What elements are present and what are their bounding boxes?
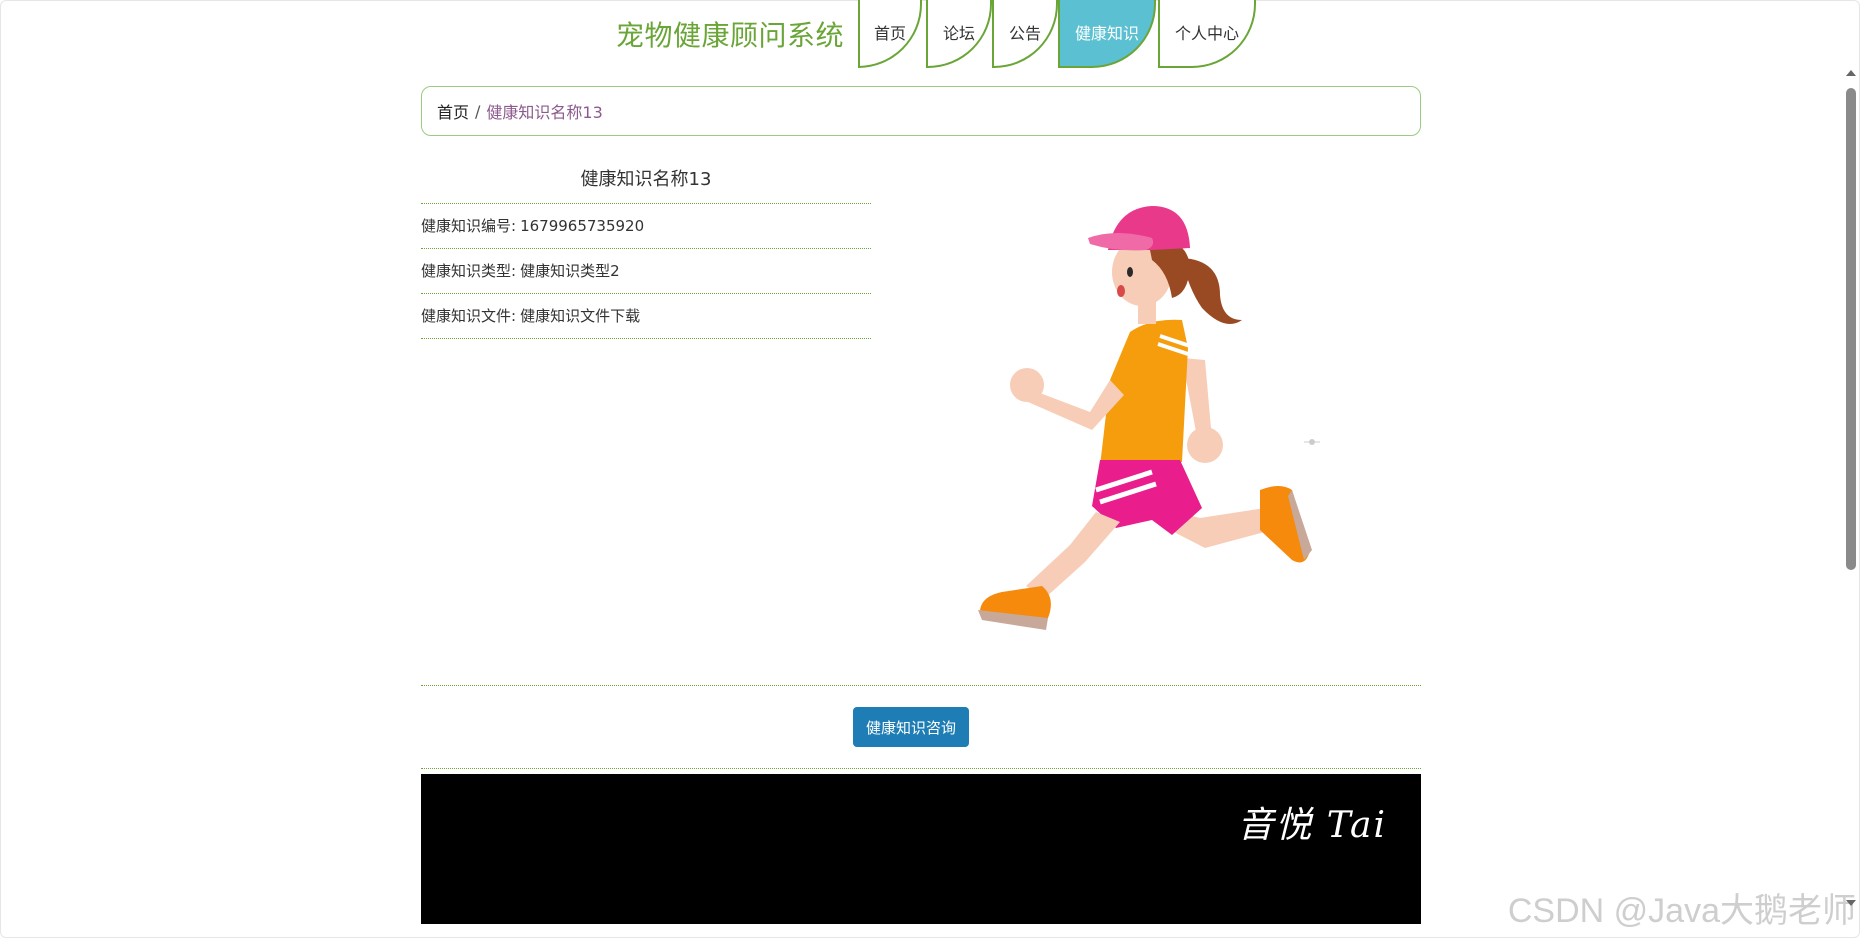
nav-tab-label: 论坛 (942, 23, 975, 43)
detail-row-id: 健康知识编号: 1679965735920 (421, 204, 871, 249)
nav-tab-label: 健康知识 (1074, 23, 1139, 43)
nav-tab-notice[interactable]: 公告 (992, 0, 1058, 68)
detail-label: 健康知识类型: (421, 262, 517, 280)
nav-tab-label: 首页 (873, 23, 906, 43)
detail-label: 健康知识编号: (421, 217, 517, 235)
breadcrumb-home-link[interactable]: 首页 (437, 99, 469, 123)
divider-top (421, 685, 1421, 686)
running-girl-illustration (978, 206, 1320, 630)
detail-value: 1679965735920 (520, 217, 645, 235)
health-consult-button[interactable]: 健康知识咨询 (853, 707, 969, 747)
detail-title: 健康知识名称13 (421, 158, 871, 204)
detail-value: 健康知识类型2 (520, 262, 620, 280)
breadcrumb-current: 健康知识名称13 (486, 103, 603, 122)
detail-row-type: 健康知识类型: 健康知识类型2 (421, 249, 871, 294)
video-banner[interactable]: 音悦 Tai (421, 774, 1421, 924)
nav-tab-health-knowledge[interactable]: 健康知识 (1058, 0, 1156, 68)
site-title: 宠物健康顾问系统 (616, 19, 845, 52)
breadcrumb-separator: / (475, 101, 481, 121)
banner-logo-text: 音悦 Tai (1237, 805, 1387, 846)
nav-tab-label: 公告 (1008, 23, 1041, 43)
nav-tab-forum[interactable]: 论坛 (926, 0, 992, 68)
detail-row-file: 健康知识文件: 健康知识文件下载 (421, 294, 871, 339)
scroll-up-arrow-icon[interactable] (1846, 70, 1856, 76)
file-download-link[interactable]: 健康知识文件下载 (520, 307, 640, 325)
vertical-scrollbar[interactable] (1842, 64, 1860, 910)
nav-tab-label: 个人中心 (1174, 23, 1239, 43)
detail-label: 健康知识文件: (421, 307, 517, 325)
scroll-down-arrow-icon[interactable] (1846, 900, 1856, 906)
divider-bottom (421, 768, 1421, 769)
watermark: CSDN @Java大鹅老师 (1507, 892, 1856, 930)
nav-tab-personal-center[interactable]: 个人中心 (1158, 0, 1256, 68)
nav-tab-home[interactable]: 首页 (858, 0, 922, 68)
scroll-thumb[interactable] (1846, 88, 1856, 570)
breadcrumb: 首页 / 健康知识名称13 (421, 86, 1421, 136)
detail-info: 健康知识名称13 健康知识编号: 1679965735920 健康知识类型: 健康知… (421, 158, 871, 339)
